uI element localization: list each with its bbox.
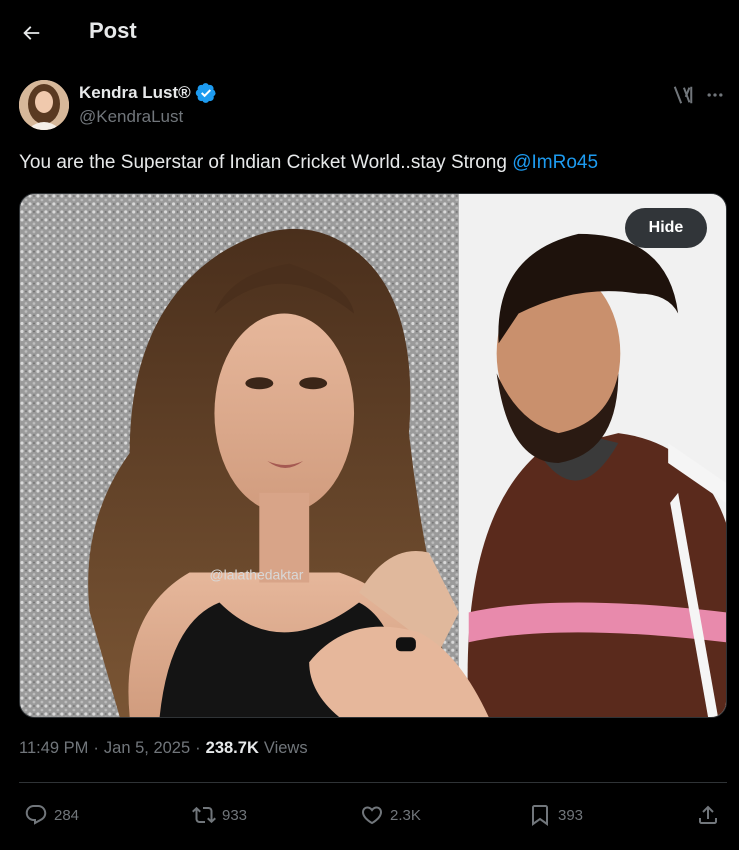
post-author: Kendra Lust® @KendraLust (19, 80, 723, 130)
tweet-body: You are the Superstar of Indian Cricket … (19, 152, 513, 173)
avatar-image (19, 80, 69, 130)
verified-badge-icon (195, 83, 216, 103)
bookmark-icon (532, 805, 548, 826)
post-date[interactable]: Jan 5, 2025 (104, 739, 190, 758)
bookmark-button[interactable]: 393 (528, 795, 583, 835)
like-count: 2.3K (390, 806, 421, 824)
action-bar: 284 933 2.3K 393 (0, 795, 739, 835)
post-header: Post (0, 0, 739, 64)
reply-button[interactable]: 284 (24, 795, 79, 835)
avatar[interactable] (19, 80, 69, 130)
user-handle[interactable]: @KendraLust (79, 107, 183, 127)
tweet-text: You are the Superstar of Indian Cricket … (19, 150, 598, 176)
meta-separator: · (93, 739, 99, 757)
bookmark-count: 393 (558, 806, 584, 824)
tweet-media[interactable]: @lalathedaktar (19, 193, 727, 718)
share-icon (699, 805, 717, 824)
meta-separator: · (195, 739, 201, 757)
reply-icon (25, 805, 47, 825)
page-title: Post (89, 18, 137, 43)
like-button[interactable]: 2.3K (360, 795, 421, 835)
mention-link[interactable]: @ImRo45 (512, 152, 598, 173)
post-meta: 11:49 PM · Jan 5, 2025 · 238.7K Views (19, 739, 308, 758)
media-watermark: @lalathedaktar (209, 567, 303, 583)
repost-count: 933 (222, 806, 248, 824)
views-count: 238.7K (205, 739, 259, 757)
more-dots-icon (707, 93, 723, 97)
views-label: Views (263, 739, 308, 757)
hide-media-button[interactable]: Hide (625, 208, 707, 248)
back-button[interactable] (14, 16, 48, 50)
repost-icon (192, 806, 216, 824)
back-arrow-icon (23, 26, 40, 40)
display-name[interactable]: Kendra Lust® (79, 83, 191, 103)
grok-button[interactable] (670, 82, 696, 108)
repost-button[interactable]: 933 (192, 795, 247, 835)
post-time[interactable]: 11:49 PM (19, 739, 88, 758)
share-button[interactable] (696, 795, 720, 835)
grok-icon (673, 86, 693, 104)
divider (19, 782, 727, 783)
heart-icon (361, 806, 383, 825)
more-button[interactable] (702, 82, 728, 108)
media-photo: @lalathedaktar (20, 194, 726, 717)
display-name-row: Kendra Lust® (79, 82, 217, 104)
reply-count: 284 (54, 806, 80, 824)
